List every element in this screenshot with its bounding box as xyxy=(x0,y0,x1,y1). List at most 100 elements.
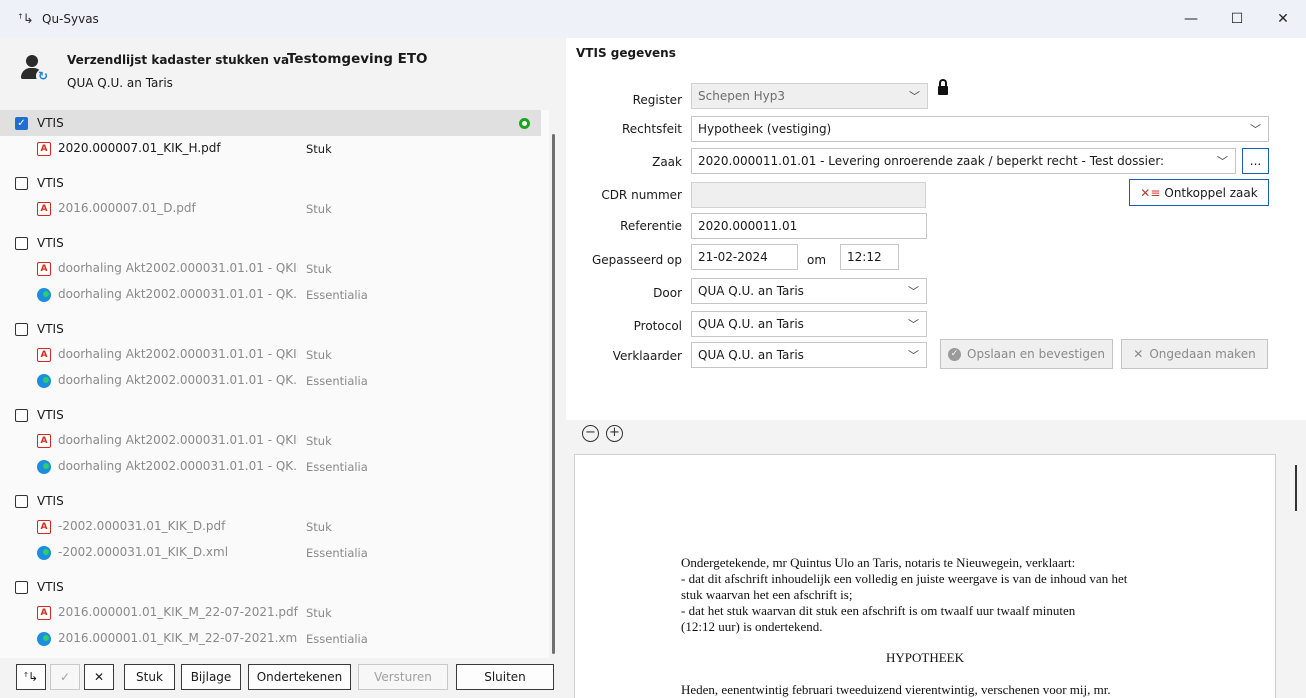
ondertekenen-button[interactable]: Ondertekenen xyxy=(248,664,351,690)
file-row[interactable]: doorhaling Akt2002.000031.01.01 - QK... E… xyxy=(0,368,541,394)
protocol-select[interactable]: QUA Q.U. an Taris ﹀ xyxy=(691,311,927,337)
door-value: QUA Q.U. an Taris xyxy=(698,284,804,298)
file-row[interactable]: doorhaling Akt2002.000031.01.01 - QK... E… xyxy=(0,282,541,308)
list-scrollbar-thumb[interactable] xyxy=(552,134,555,654)
group-label: VTIS xyxy=(37,236,64,250)
chevron-down-icon: ﹀ xyxy=(909,90,920,103)
group-row[interactable]: VTIS xyxy=(0,488,541,514)
back-arrow-button[interactable]: ꜛ↳ xyxy=(16,664,46,690)
file-row[interactable]: A 2016.000007.01_D.pdf Stuk xyxy=(0,196,541,222)
group-row[interactable]: VTIS xyxy=(0,170,541,196)
file-row[interactable]: -2002.000031.01_KIK_D.xml Essentialia xyxy=(0,540,541,566)
group-row[interactable]: ✓ VTIS xyxy=(0,110,541,136)
doc-line: (12:12 uur) is ondertekend. xyxy=(681,619,823,634)
group-checkbox[interactable] xyxy=(15,176,28,190)
group-checkbox[interactable] xyxy=(15,236,28,250)
edge-browser-icon xyxy=(37,374,51,388)
om-label: om xyxy=(807,253,827,267)
referentie-field[interactable]: 2020.000011.01 xyxy=(691,213,927,239)
file-type: Essentialia xyxy=(306,546,368,560)
file-type: Stuk xyxy=(306,262,332,276)
bijlage-button[interactable]: Bijlage xyxy=(181,664,241,690)
gepasseerd-time-field[interactable]: 12:12 xyxy=(840,244,899,270)
verklaarder-select[interactable]: QUA Q.U. an Taris ﹀ xyxy=(691,342,927,368)
file-type: Stuk xyxy=(306,520,332,534)
register-select[interactable]: Schepen Hyp3 ﹀ xyxy=(691,83,928,109)
zaak-browse-button[interactable]: ... xyxy=(1242,148,1269,174)
verklaarder-label: Verklaarder xyxy=(612,349,682,363)
group-checkbox[interactable]: ✓ xyxy=(15,116,28,130)
zoom-out-button[interactable]: − xyxy=(582,425,599,442)
file-row[interactable]: Adoorhaling Akt2002.000031.01.01 - QKIK.… xyxy=(0,428,541,454)
group-label: VTIS xyxy=(37,580,64,594)
close-icon: ✕ xyxy=(93,670,105,684)
group-row[interactable]: VTIS xyxy=(0,574,541,600)
document-preview[interactable]: Ondergetekende, mr Quintus Ulo an Taris,… xyxy=(566,448,1306,698)
zaak-select[interactable]: 2020.000011.01.01 - Levering onroerende … xyxy=(691,148,1236,174)
chevron-down-icon: ﹀ xyxy=(908,349,919,362)
title-bar: ꜛ↳ Qu-Syvas — ☐ ✕ xyxy=(0,0,1306,38)
ontkoppel-label: Ontkoppel zaak xyxy=(1164,185,1258,200)
opslaan-bevestigen-button[interactable]: ✓ Opslaan en bevestigen xyxy=(940,339,1113,369)
file-row[interactable]: Adoorhaling Akt2002.000031.01.01 - QKIK.… xyxy=(0,342,541,368)
cdr-field[interactable] xyxy=(691,182,926,208)
group-label: VTIS xyxy=(37,322,64,336)
file-row[interactable]: doorhaling Akt2002.000031.01.01 - QK... E… xyxy=(0,454,541,480)
document-list[interactable]: ✓ VTIS A 2020.000007.01_KIK_H.pdf Stuk VTIS A 2… xyxy=(0,110,549,658)
file-row[interactable]: 2016.000001.01_KIK_M_22-07-2021.xml Essen… xyxy=(0,626,541,652)
ongedaan-maken-button[interactable]: ✕ Ongedaan maken xyxy=(1121,339,1268,369)
close-button[interactable]: ✕ xyxy=(1260,0,1306,38)
file-type: Essentialia xyxy=(306,632,368,646)
file-type: Essentialia xyxy=(306,374,368,388)
window-title: Qu-Syvas xyxy=(42,12,99,26)
stuk-button[interactable]: Stuk xyxy=(124,664,175,690)
file-name: doorhaling Akt2002.000031.01.01 - QK... xyxy=(58,373,298,387)
group-row[interactable]: VTIS xyxy=(0,230,541,256)
file-row[interactable]: A 2016.000001.01_KIK_M_22-07-2021.pdf Stuk xyxy=(0,600,541,626)
rechtsfeit-select[interactable]: Hypotheek (vestiging) ﹀ xyxy=(691,116,1269,142)
document-page: Ondergetekende, mr Quintus Ulo an Taris,… xyxy=(574,454,1276,698)
current-user: QUA Q.U. an Taris xyxy=(67,76,173,90)
check-button[interactable]: ✓ xyxy=(50,664,80,690)
close-icon: ✕ xyxy=(1133,347,1144,361)
group-checkbox[interactable] xyxy=(15,580,28,594)
chevron-down-icon: ﹀ xyxy=(1217,155,1228,168)
file-row[interactable]: A -2002.000031.01_KIK_D.pdf Stuk xyxy=(0,514,541,540)
file-name: doorhaling Akt2002.000031.01.01 - QKIK..… xyxy=(58,347,298,361)
maximize-button[interactable]: ☐ xyxy=(1214,0,1260,38)
back-arrow-icon: ꜛ↳ xyxy=(23,670,39,684)
document-scrollbar[interactable] xyxy=(1295,465,1297,511)
opslaan-label: Opslaan en bevestigen xyxy=(967,347,1105,361)
group-checkbox[interactable] xyxy=(15,322,28,336)
gepasseerd-label: Gepasseerd op xyxy=(591,253,682,267)
doc-line: stuk waarvan het een afschrift is; xyxy=(681,587,853,602)
gepasseerd-date-field[interactable]: 21-02-2024 xyxy=(691,244,798,270)
group-checkbox[interactable] xyxy=(15,494,28,508)
cdr-label: CDR nummer xyxy=(601,188,682,202)
file-row[interactable]: A 2020.000007.01_KIK_H.pdf Stuk xyxy=(0,136,541,162)
sluiten-button[interactable]: Sluiten xyxy=(456,664,554,690)
group-row[interactable]: VTIS xyxy=(0,402,541,428)
app-logo-icon: ꜛ↳ xyxy=(18,11,34,27)
group-label: VTIS xyxy=(37,116,64,130)
door-select[interactable]: QUA Q.U. an Taris ﹀ xyxy=(691,278,927,304)
zoom-in-button[interactable]: + xyxy=(606,425,623,442)
group-label: VTIS xyxy=(37,494,64,508)
zoom-toolbar: − + xyxy=(566,420,1306,448)
rechtsfeit-label: Rechtsfeit xyxy=(622,122,682,136)
minimize-button[interactable]: — xyxy=(1168,0,1214,38)
pdf-file-icon: A xyxy=(37,202,51,216)
remove-button[interactable]: ✕ xyxy=(84,664,114,690)
chevron-down-icon: ﹀ xyxy=(908,318,919,331)
protocol-label: Protocol xyxy=(633,319,682,333)
doc-line: - dat dit afschrift inhoudelijk een voll… xyxy=(681,571,1128,586)
file-row[interactable]: Adoorhaling Akt2002.000031.01.01 - QKIK.… xyxy=(0,256,541,282)
pdf-file-icon: A xyxy=(37,520,51,534)
group-row[interactable]: VTIS xyxy=(0,316,541,342)
lock-icon xyxy=(938,79,948,97)
file-name: doorhaling Akt2002.000031.01.01 - QKIK..… xyxy=(58,433,298,447)
versturen-button[interactable]: Versturen xyxy=(358,664,448,690)
group-checkbox[interactable] xyxy=(15,408,28,422)
file-type: Stuk xyxy=(306,348,332,362)
ontkoppel-zaak-button[interactable]: ✕≡ Ontkoppel zaak xyxy=(1129,179,1269,206)
